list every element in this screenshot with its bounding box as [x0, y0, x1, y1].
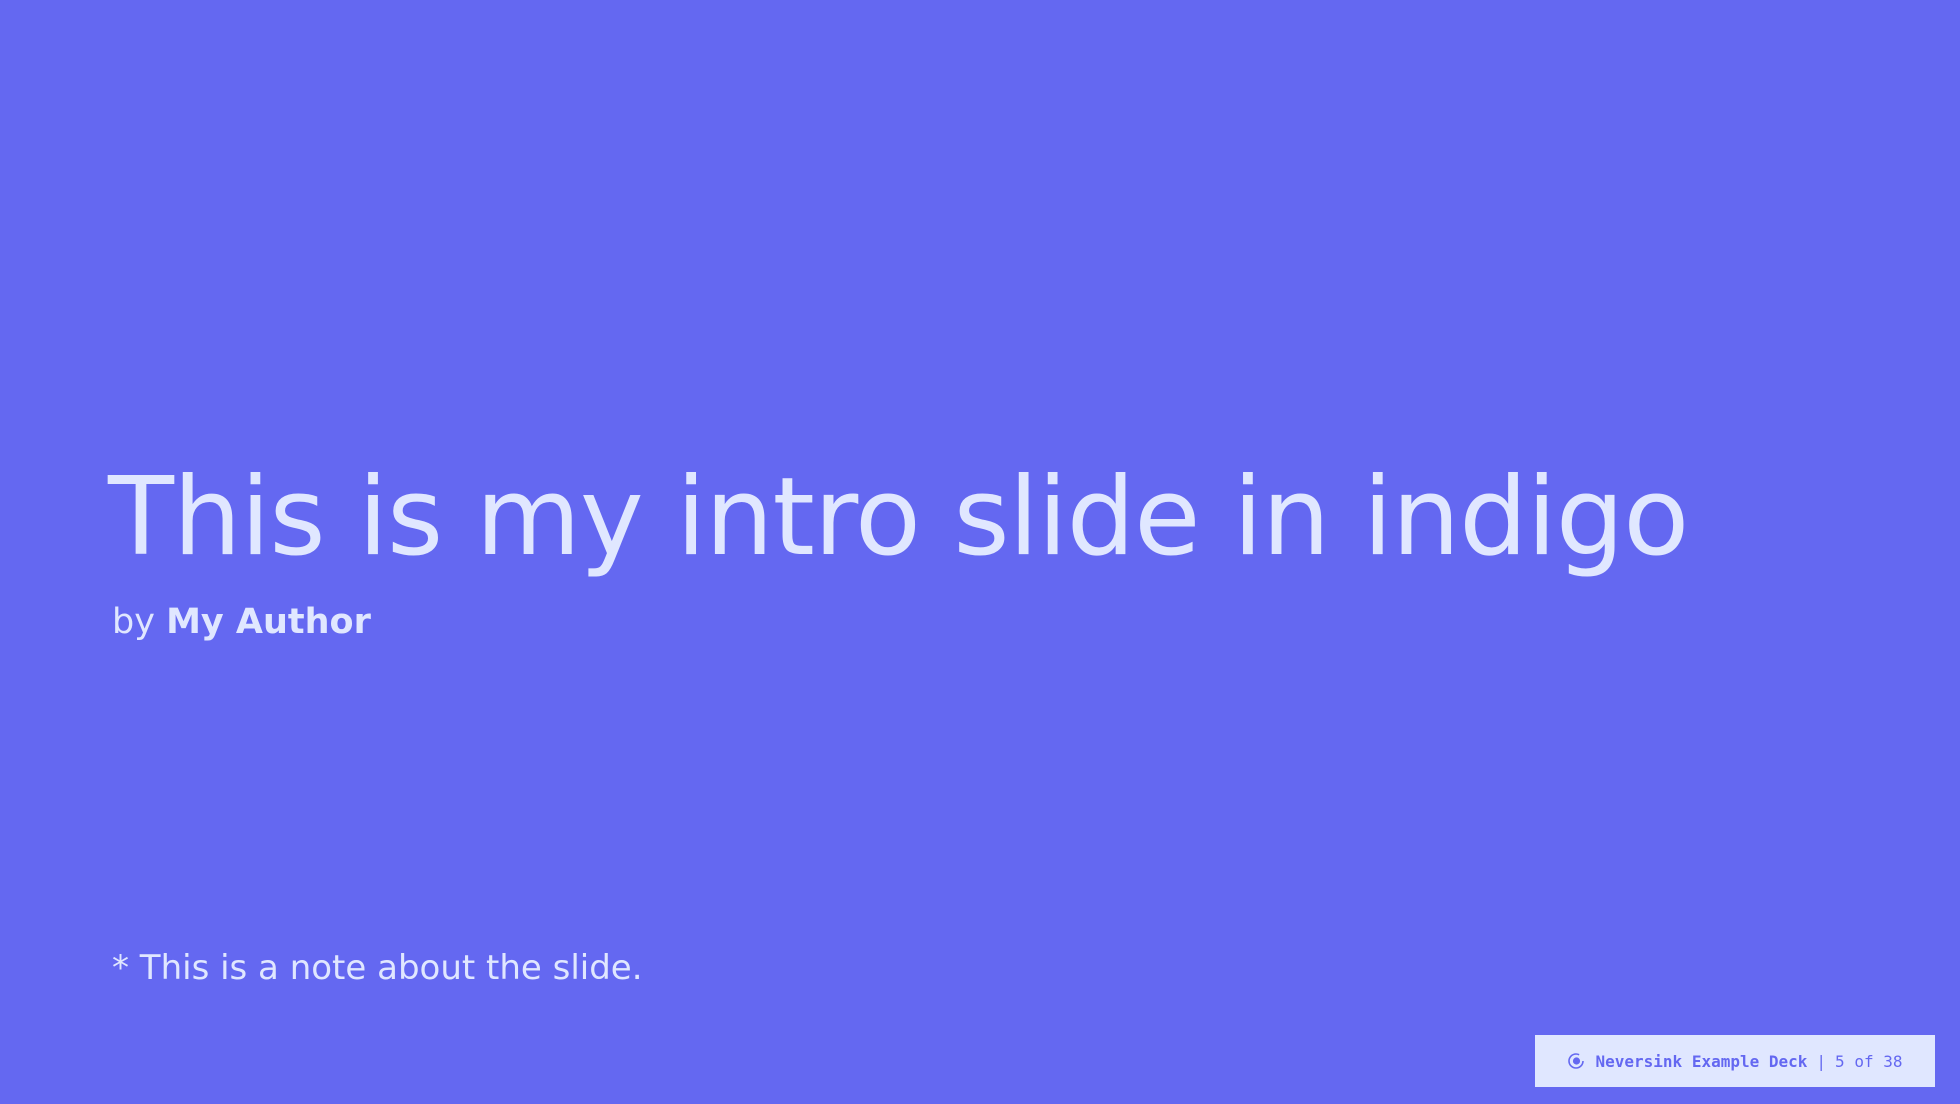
slide-note: * This is a note about the slide. [112, 948, 643, 988]
deck-name: Neversink Example Deck [1595, 1051, 1808, 1071]
footer-separator: | [1816, 1051, 1827, 1071]
page-indicator: 5 of 38 [1835, 1052, 1902, 1071]
deck-footer[interactable]: Neversink Example Deck | 5 of 38 [1535, 1035, 1935, 1087]
slide: This is my intro slide in indigo by My A… [0, 0, 1960, 1104]
neversink-logo-icon [1567, 1052, 1585, 1070]
slide-title: This is my intro slide in indigo [108, 455, 1689, 580]
author-name: My Author [166, 602, 371, 642]
page-of: of [1854, 1051, 1874, 1071]
page-current: 5 [1835, 1051, 1845, 1071]
page-total: 38 [1883, 1051, 1903, 1071]
byline-prefix: by [112, 602, 155, 642]
byline: by My Author [112, 598, 371, 646]
